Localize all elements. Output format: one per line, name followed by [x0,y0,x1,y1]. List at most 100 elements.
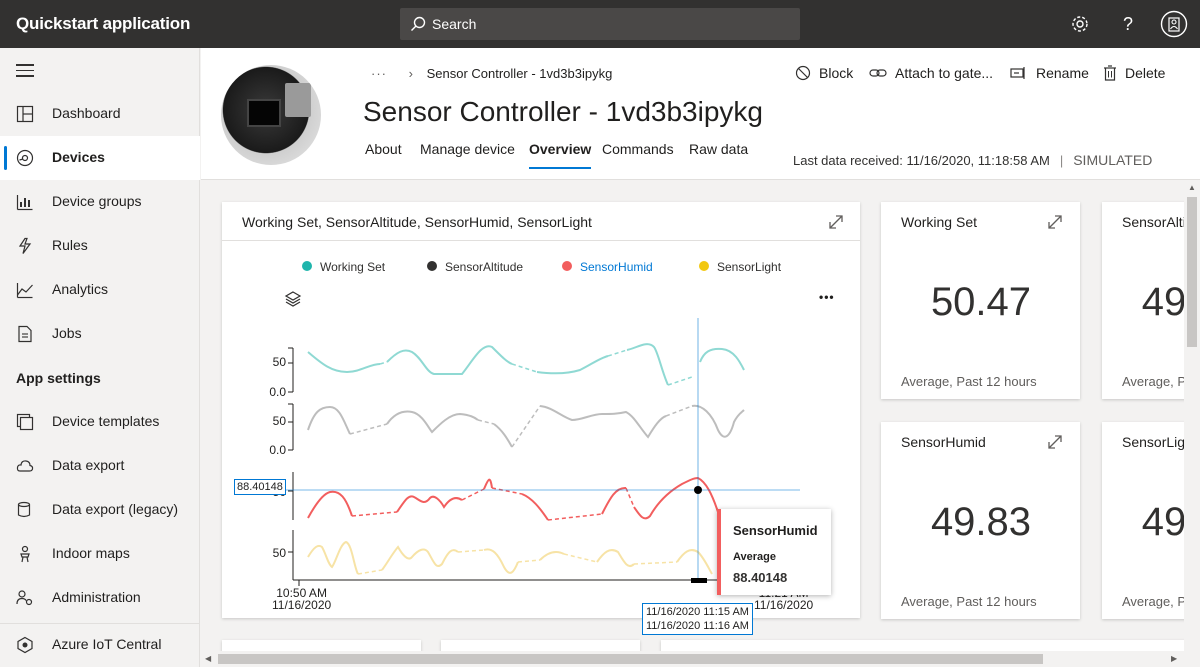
rename-button[interactable]: Rename [1010,65,1089,81]
tab-commands[interactable]: Commands [602,141,674,169]
sidebar-item-label: Data export (legacy) [52,501,179,517]
user-avatar-icon[interactable] [1160,10,1188,38]
kpi-subtitle: Average, P [1122,374,1184,389]
cursor-range-marker [691,578,707,583]
dashboard-card-partial [661,640,1184,651]
tab-manage-device[interactable]: Manage device [420,141,515,169]
scroll-up-arrow-icon[interactable]: ▲ [1188,183,1196,192]
breadcrumb-current[interactable]: Sensor Controller - 1vd3b3ipykg [427,66,613,81]
sidebar: Dashboard Devices Device groups Rules An… [0,48,200,667]
breadcrumb: ··· › Sensor Controller - 1vd3b3ipykg [371,66,612,81]
scroll-right-arrow-icon[interactable]: ▶ [1171,654,1177,663]
cursor-end: 11/16/2020 11:16 AM [646,620,749,632]
scrollbar-thumb[interactable] [1187,197,1197,347]
sidebar-item-jobs[interactable]: Jobs [0,312,200,356]
tab-overview[interactable]: Overview [529,141,592,169]
rules-icon [18,237,32,254]
sidebar-item-label: Azure IoT Central [52,636,162,652]
kpi-value: 49 [1141,500,1184,544]
series-working-set-line [307,351,381,374]
dashboard-card-partial [222,640,421,651]
horizontal-scrollbar[interactable]: ◀ ▶ [201,651,1184,667]
tooltip-series-name: SensorHumid [733,523,818,538]
analytics-icon [16,283,33,299]
y-tick-label: 50 [272,414,286,428]
attach-gateway-icon [869,69,887,77]
kpi-card-sensor-humid: SensorHumid 49.83 Average, Past 12 hours [881,422,1080,619]
expand-icon[interactable] [1047,214,1063,230]
hover-point [694,486,702,494]
tooltip-value: 88.40148 [733,570,788,585]
tooltip-stat-label: Average [733,551,777,563]
device-header: ··· › Sensor Controller - 1vd3b3ipykg Se… [201,48,1200,180]
data-export-legacy-icon [17,501,31,518]
block-label: Block [819,65,854,81]
status-separator: | [1059,153,1064,168]
hamburger-menu-icon[interactable] [16,64,34,81]
app-settings-heading: App settings [16,370,101,386]
tooltip-color-bar [717,509,721,595]
sidebar-item-label: Analytics [52,281,109,297]
search-placeholder: Search [432,16,477,32]
administration-icon [16,590,33,606]
devices-icon [16,149,34,167]
expand-icon[interactable] [1047,434,1063,450]
help-icon[interactable]: ? [1116,12,1140,36]
kpi-title: SensorLig [1122,434,1184,450]
sidebar-item-indoor-maps[interactable]: Indoor maps [0,532,200,576]
kpi-card-working-set: Working Set 50.47 Average, Past 12 hours [881,202,1080,399]
last-data-text: Last data received: 11/16/2020, 11:18:58… [793,153,1050,168]
block-icon [795,65,811,81]
sidebar-item-data-export-legacy[interactable]: Data export (legacy) [0,488,200,532]
kpi-title: Working Set [901,214,977,230]
kpi-value: 49.83 [930,500,1032,544]
sidebar-item-administration[interactable]: Administration [0,576,200,620]
sidebar-item-device-templates[interactable]: Device templates [0,400,200,444]
device-image [221,65,321,165]
kpi-value: 49 [1141,280,1184,324]
cursor-start: 11/16/2020 11:15 AM [646,606,749,618]
indoor-maps-icon [20,545,30,563]
dashboard-card-partial [441,640,640,651]
y-tick-label: 50 [272,355,286,369]
search-icon [411,16,426,31]
sidebar-item-device-groups[interactable]: Device groups [0,180,200,224]
scroll-left-arrow-icon[interactable]: ◀ [205,654,211,663]
block-button[interactable]: Block [795,65,853,81]
series-sensor-light-line [307,540,359,575]
delete-label: Delete [1125,65,1166,81]
chart-tooltip: SensorHumid Average 88.40148 [717,509,831,595]
sidebar-item-label: Device groups [52,193,142,209]
vertical-scrollbar[interactable]: ▲ [1184,181,1200,651]
sidebar-item-label: Data export [52,457,125,473]
attach-to-gateway-button[interactable]: Attach to gate... [869,65,993,81]
y-tick-label: 0.0 [269,443,286,457]
sidebar-item-label: Devices [52,149,105,165]
tab-raw-data[interactable]: Raw data [689,141,748,169]
attach-label: Attach to gate... [895,65,994,81]
breadcrumb-overflow-button[interactable]: ··· [371,66,387,81]
kpi-value: 50.47 [930,280,1032,324]
sidebar-item-label: Rules [52,237,88,253]
sidebar-item-azure-iot-central[interactable]: Azure IoT Central [0,623,200,667]
sidebar-item-dashboard[interactable]: Dashboard [0,92,200,136]
x-axis-start-label: 10:50 AM 11/16/2020 [272,587,331,611]
hover-value-label: 88.40148 [234,479,286,495]
kpi-subtitle: Average, P [1122,594,1184,609]
tab-about[interactable]: About [365,141,402,169]
scrollbar-thumb[interactable] [218,654,1043,664]
top-bar: Quickstart application Search ? [0,0,1200,48]
kpi-card-sensor-altitude: SensorAlti 49 Average, P [1102,202,1184,399]
delete-button[interactable]: Delete [1103,65,1165,81]
sidebar-item-data-export[interactable]: Data export [0,444,200,488]
series-sensor-altitude-line [307,405,351,435]
search-box[interactable]: Search [400,8,800,40]
kpi-title: SensorHumid [901,434,986,450]
kpi-subtitle: Average, Past 12 hours [901,594,1037,609]
app-title[interactable]: Quickstart application [16,14,190,34]
sidebar-item-rules[interactable]: Rules [0,224,200,268]
sidebar-item-devices[interactable]: Devices [0,136,200,180]
gear-icon[interactable] [1068,12,1092,36]
delete-icon [1104,65,1116,81]
sidebar-item-analytics[interactable]: Analytics [0,268,200,312]
